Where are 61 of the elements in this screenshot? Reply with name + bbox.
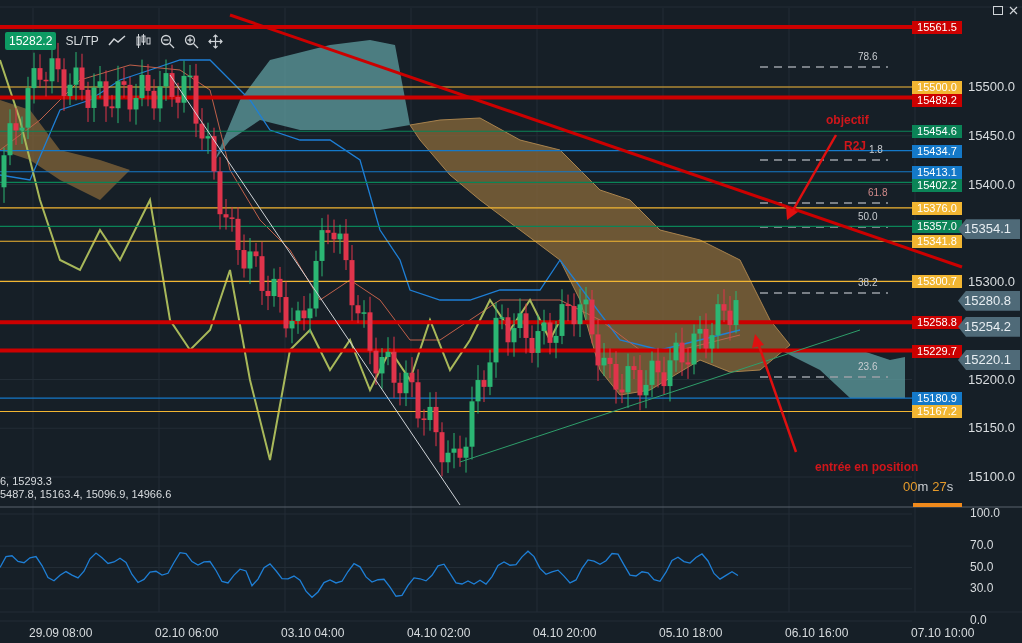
- timer-seconds: 27: [932, 479, 947, 494]
- price-tag: 15341.8: [912, 235, 962, 249]
- price-axis-label: 15450.0: [968, 127, 1015, 143]
- oscillator-axis-label: 100.0: [970, 506, 1001, 520]
- close-icon[interactable]: [1009, 6, 1018, 15]
- oscillator-axis-label: 30.0: [970, 580, 994, 595]
- time-axis-label: 05.10 18:00: [659, 626, 723, 640]
- oscillator-axis-label: 70.0: [970, 538, 994, 553]
- timer-unit: s: [946, 479, 954, 494]
- price-marker: 15354.1: [958, 219, 1020, 240]
- maximize-icon[interactable]: [993, 6, 1003, 15]
- timer-bar: [913, 503, 962, 507]
- price-tag: 15167.2: [912, 405, 962, 419]
- legend-text: 5487.8, 15163.4, 15096.9, 14966.6: [0, 488, 172, 500]
- fib-label: 23.6: [858, 361, 878, 372]
- price-axis-label: 15150.0: [968, 420, 1015, 436]
- sl-tp-button[interactable]: SL/TP: [65, 34, 99, 48]
- time-axis-label: 04.10 20:00: [533, 626, 597, 640]
- candles-icon[interactable]: [134, 33, 151, 49]
- time-axis-label: 06.10 16:00: [785, 626, 849, 640]
- price-tag: 15500.0: [912, 81, 962, 94]
- legend-text: 6, 15293.3: [0, 475, 53, 487]
- oscillator-axis-label: 0.0: [970, 613, 987, 627]
- time-axis-label: 03.10 04:00: [281, 626, 345, 640]
- timer-minutes: 00: [903, 479, 918, 494]
- price-tag: 15454.6: [912, 125, 962, 139]
- price-badge[interactable]: 15282.2: [5, 32, 57, 50]
- fib-label: 61.8: [868, 187, 888, 198]
- time-axis-label: 07.10 10:00: [911, 626, 975, 640]
- time-axis-label: 02.10 06:00: [155, 626, 219, 640]
- price-tag: 15413.1: [912, 165, 962, 179]
- fib-label: 50.0: [858, 211, 878, 222]
- price-tag: 15300.7: [912, 275, 962, 289]
- price-axis-label: 15500.0: [968, 79, 1015, 94]
- price-tag: 15357.0: [912, 220, 962, 234]
- price-marker: 15254.2: [958, 316, 1020, 337]
- line-chart-icon[interactable]: [107, 35, 126, 47]
- price-axis-label: 15100.0: [968, 469, 1015, 484]
- price-tag: 15376.0: [912, 201, 962, 215]
- annotation-text: R2J: [844, 139, 866, 153]
- price-marker: 15220.1: [958, 349, 1020, 370]
- price-tag: 15229.7: [912, 344, 962, 358]
- price-tag: 15180.9: [912, 392, 962, 406]
- price-tag: 15434.7: [912, 144, 962, 158]
- time-axis-label: 04.10 02:00: [407, 626, 471, 640]
- move-icon[interactable]: [207, 33, 223, 49]
- price-axis-label: 15400.0: [968, 176, 1015, 192]
- oscillator-axis-label: 50.0: [970, 559, 994, 574]
- annotation-text: objectif: [826, 113, 869, 127]
- fib-label: 78.6: [858, 51, 878, 62]
- zoom-out-icon[interactable]: [159, 33, 175, 49]
- zoom-in-icon[interactable]: [183, 33, 199, 49]
- annotation-text: entrée en position: [815, 460, 919, 474]
- price-axis-label: 15200.0: [968, 371, 1015, 387]
- time-axis-label: 29.09 08:00: [29, 626, 93, 640]
- price-tag: 15561.5: [912, 21, 962, 35]
- price-marker: 15280.8: [958, 290, 1020, 311]
- price-tag: 15489.2: [912, 94, 962, 107]
- price-axis-label: 15300.0: [968, 274, 1015, 289]
- timer-unit: m: [917, 479, 929, 494]
- price-tag: 15258.8: [912, 316, 962, 330]
